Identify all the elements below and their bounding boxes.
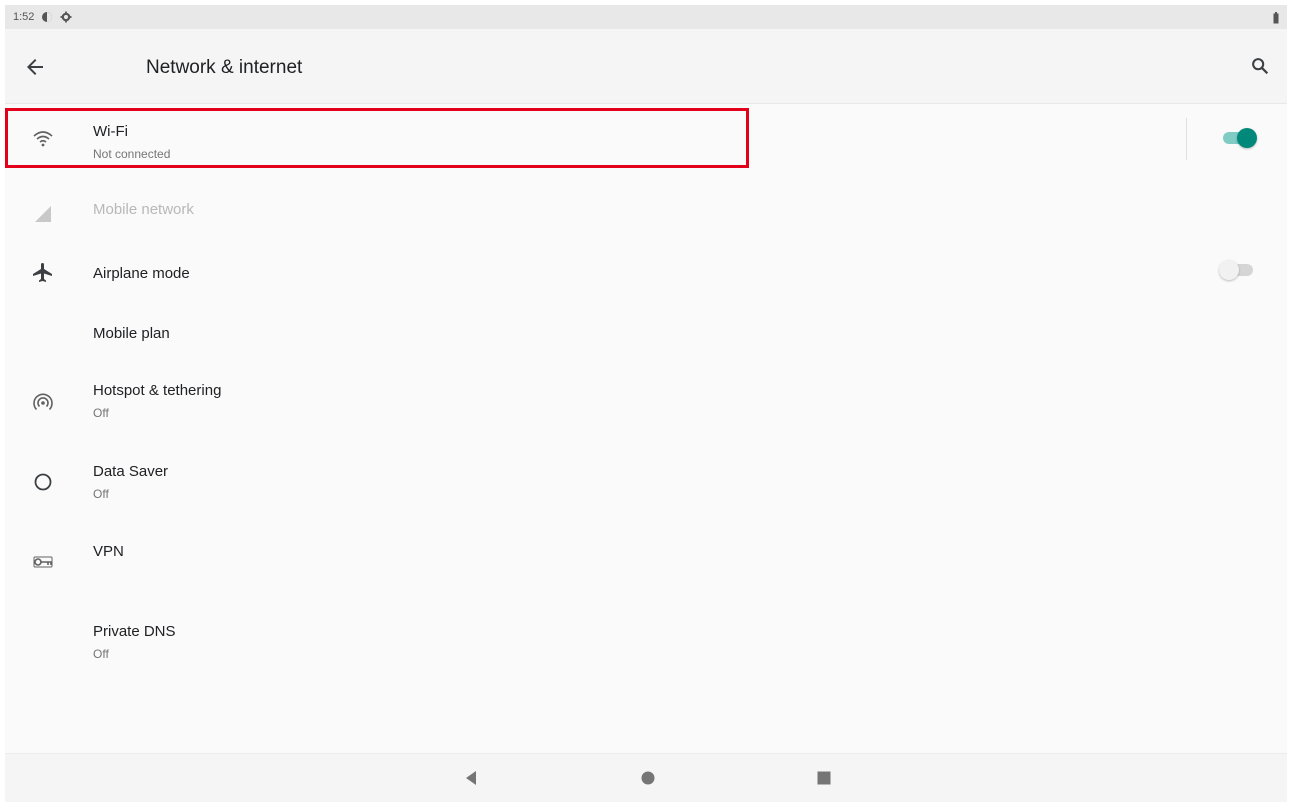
nav-back-button[interactable] (461, 768, 481, 788)
list-item-wifi[interactable]: Wi-Fi Not connected (5, 106, 1287, 170)
mobile-plan-title: Mobile plan (93, 325, 170, 342)
navigation-bar (5, 753, 1287, 802)
search-button[interactable] (1249, 55, 1271, 77)
wifi-toggle[interactable] (1219, 126, 1259, 150)
wifi-divider (1186, 118, 1187, 160)
hotspot-status: Off (93, 406, 109, 420)
nav-home-button[interactable] (638, 768, 658, 788)
data-saver-title: Data Saver (93, 463, 169, 480)
data-saver-icon (31, 470, 55, 494)
list-item-airplane-mode[interactable]: Airplane mode (5, 240, 1287, 296)
list-item-vpn[interactable]: VPN (5, 520, 1287, 584)
android-screen: 1:52 Network & internet Wi-Fi Not connec… (5, 5, 1287, 802)
settings-status-icon (60, 11, 72, 23)
private-dns-status: Off (93, 647, 109, 661)
vpn-title: VPN (93, 543, 124, 560)
private-dns-title: Private DNS (93, 623, 176, 640)
page-title: Network & internet (146, 57, 303, 78)
list-item-data-saver[interactable]: Data Saver Off (5, 440, 1287, 512)
signal-icon (31, 202, 55, 226)
status-time: 1:52 (13, 11, 35, 23)
airplane-icon (31, 261, 55, 285)
back-button[interactable] (23, 55, 47, 79)
airplane-mode-title: Airplane mode (93, 265, 190, 282)
list-item-hotspot[interactable]: Hotspot & tethering Off (5, 360, 1287, 432)
data-saver-status-icon (41, 11, 53, 23)
nav-back-icon (466, 771, 476, 785)
airplane-toggle-thumb (1219, 260, 1239, 280)
airplane-mode-toggle[interactable] (1219, 258, 1259, 282)
wifi-icon (31, 126, 55, 150)
list-item-private-dns[interactable]: Private DNS Off (5, 600, 1287, 672)
vpn-icon (31, 550, 55, 574)
arrow-back-icon (27, 59, 43, 75)
hotspot-title: Hotspot & tethering (93, 382, 222, 399)
nav-recents-icon (817, 771, 831, 785)
mobile-network-title: Mobile network (93, 201, 194, 218)
wifi-title: Wi-Fi (93, 123, 128, 140)
hotspot-icon (31, 390, 55, 414)
list-item-mobile-plan[interactable]: Mobile plan (5, 300, 1287, 356)
list-item-mobile-network: Mobile network (5, 180, 1287, 236)
wifi-toggle-thumb (1237, 128, 1257, 148)
nav-home-icon (641, 771, 655, 785)
nav-recents-button[interactable] (814, 768, 834, 788)
status-bar: 1:52 (5, 5, 1287, 29)
app-bar: Network & internet (5, 29, 1287, 104)
wifi-status: Not connected (93, 147, 171, 161)
battery-icon (1273, 11, 1279, 24)
search-icon (1252, 58, 1269, 75)
data-saver-status: Off (93, 487, 109, 501)
